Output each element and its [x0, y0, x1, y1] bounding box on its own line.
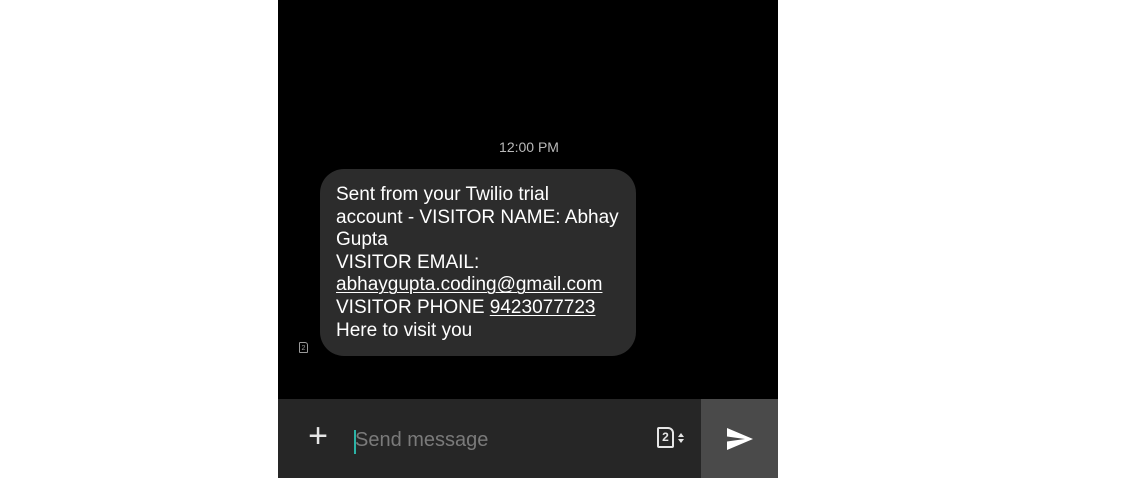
email-line: abhaygupta.coding@gmail.com [336, 274, 622, 297]
sim-badge-icon: 2 [299, 342, 308, 353]
messaging-screen: 12:00 PM 2 Sent from your Twilio trial a… [278, 0, 778, 478]
plus-icon[interactable]: + [302, 419, 334, 453]
conversation-view[interactable]: 12:00 PM 2 Sent from your Twilio trial a… [278, 0, 778, 399]
phone-line: VISITOR PHONE 9423077723 [336, 297, 622, 320]
message-composer: + 2 [278, 399, 778, 478]
message-line: Gupta [336, 229, 388, 251]
page: 12:00 PM 2 Sent from your Twilio trial a… [0, 0, 1141, 481]
message-input[interactable] [355, 423, 635, 457]
send-button[interactable] [701, 399, 778, 478]
message-line: account - VISITOR NAME: Abhay [336, 206, 619, 228]
timestamp-text: 12:00 PM [499, 139, 559, 155]
phone-label: VISITOR PHONE [336, 296, 490, 318]
phone-link[interactable]: 9423077723 [490, 297, 596, 318]
message-line: VISITOR EMAIL: [336, 251, 480, 273]
email-link[interactable]: abhaygupta.coding@gmail.com [336, 274, 602, 295]
sim-selector-button[interactable]: 2 [657, 425, 687, 451]
send-arrow-icon [727, 428, 753, 450]
message-line: Here to visit you [336, 319, 473, 341]
incoming-message-bubble[interactable]: Sent from your Twilio trial account - VI… [320, 169, 636, 356]
chevron-up-down-icon [678, 433, 684, 443]
message-timestamp: 12:00 PM [278, 139, 778, 155]
message-line: Sent from your Twilio trial [336, 184, 549, 205]
sim-card-icon: 2 [657, 427, 674, 448]
